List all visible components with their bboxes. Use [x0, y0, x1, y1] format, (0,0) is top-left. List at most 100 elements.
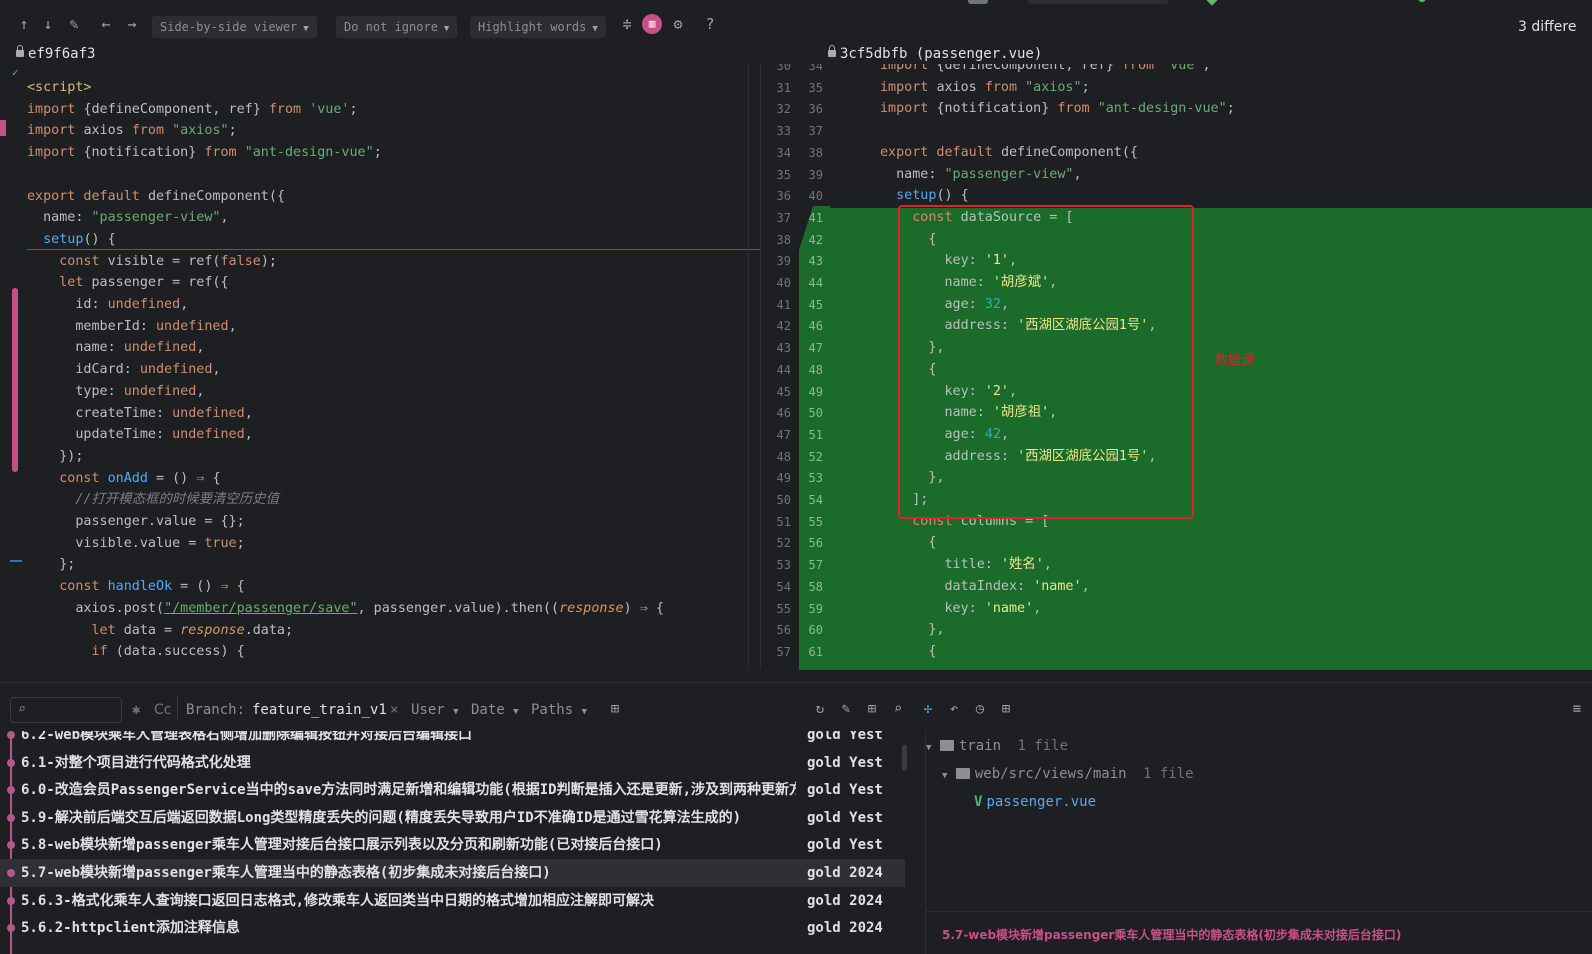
left-revision-header: ef9f6af3: [16, 44, 95, 64]
show-diff-icon[interactable]: ✢: [919, 700, 937, 718]
file-name: passenger.vue: [986, 794, 1097, 810]
gear-icon[interactable]: ⚙: [668, 14, 688, 34]
code-token: '姓名': [1000, 557, 1044, 573]
line-number: 60: [808, 623, 823, 638]
paths-filter-dropdown[interactable]: Paths ▼: [531, 702, 587, 718]
history-icon[interactable]: ◷: [971, 700, 989, 718]
commit-row[interactable]: 5.9-解决前后端交互后端返回数据Long类型精度丢失的问题(精度丢失导致用户I…: [0, 804, 905, 832]
code-token: undefined: [123, 340, 197, 356]
menu-icon[interactable]: ≡: [1568, 700, 1586, 718]
revert-icon[interactable]: ↶: [945, 700, 963, 718]
line-number: 36: [808, 102, 823, 117]
back-icon[interactable]: ←: [96, 14, 116, 34]
line-number: 53: [808, 471, 823, 486]
code-token: 'name': [984, 600, 1034, 616]
code-token: let: [59, 275, 92, 291]
code-token: name:: [27, 340, 124, 356]
highlight-mode-dropdown[interactable]: Highlight words ▼: [470, 16, 606, 38]
commit-row[interactable]: 5.8-web模块新增passenger乘车人管理对接后台接口展示列表以及分页和…: [0, 831, 905, 859]
commit-list[interactable]: 6.2-web模块乘车人管理表格右侧增加删除编辑按钮并对接后台编辑接口 gold …: [0, 731, 910, 954]
code-token: .data;: [244, 622, 294, 638]
code-token: axios: [83, 123, 132, 139]
code-token: () {: [936, 188, 969, 204]
clear-branch-icon[interactable]: ×: [390, 702, 398, 718]
tree-row-root[interactable]: ▼ train 1 file: [926, 735, 1068, 757]
commit-row[interactable]: 5.6.2-httpclient添加注释信息 gold 2024: [0, 914, 905, 942]
commit-row[interactable]: 6.1-对整个项目进行代码格式化处理 gold Yest: [0, 749, 905, 777]
search-icon[interactable]: ⌕: [889, 700, 907, 718]
chevron-down-icon: ▼: [926, 743, 932, 753]
code-token: "axios": [172, 123, 229, 139]
date-filter-dropdown[interactable]: Date ▼: [471, 702, 519, 718]
regex-toggle-icon[interactable]: ✱: [132, 702, 140, 718]
line-number: 44: [808, 276, 823, 290]
commit-row[interactable]: 5.7-web模块新增passenger乘车人管理当中的静态表格(初步集成未对接…: [0, 859, 905, 887]
code-line: },: [880, 619, 944, 641]
previous-difference-icon[interactable]: ↑: [14, 14, 34, 34]
scrollbar-thumb[interactable]: [902, 745, 907, 771]
code-token: ⇒: [639, 600, 656, 616]
code-line: let passenger = ref({: [27, 272, 228, 294]
code-token: passenger.value = {};: [27, 514, 245, 529]
group-by-icon[interactable]: ⊞: [997, 700, 1015, 718]
line-number: 57: [808, 558, 823, 573]
code-token: import: [27, 101, 84, 117]
commit-row[interactable]: 6.2-web模块乘车人管理表格右侧增加删除编辑按钮并对接后台编辑接口 gold …: [0, 731, 905, 749]
details-divider: [926, 911, 1592, 912]
user-icon[interactable]: [968, 0, 988, 4]
ignore-mode-dropdown[interactable]: Do not ignore ▼: [336, 16, 458, 38]
commit-author: gold Yest: [807, 809, 883, 826]
tree-row-folder[interactable]: ▼ web/src/views/main 1 file: [942, 763, 1194, 785]
sync-scroll-icon[interactable]: ▥: [642, 14, 662, 34]
left-code-editor[interactable]: ✓ <script> import {defineComponent, ref} …: [0, 64, 760, 670]
line-number: 61: [808, 644, 823, 659]
code-token: "/member/passenger/save": [164, 600, 358, 616]
run-icon[interactable]: [1206, 0, 1218, 6]
code-token: "ant-design-vue": [1097, 101, 1227, 117]
collapse-unchanged-icon[interactable]: ≑: [617, 14, 637, 34]
new-tab-icon[interactable]: ⊞: [606, 700, 624, 718]
grid-options-icon[interactable]: ⊞: [863, 700, 881, 718]
commit-row[interactable]: 6.0-改造会员PassengerService当中的save方法同时满足新增和…: [0, 776, 905, 804]
match-case-toggle[interactable]: Cc: [154, 702, 171, 718]
git-update-icon[interactable]: [1418, 0, 1426, 2]
line-number: 58: [808, 579, 823, 594]
lock-icon: [16, 45, 24, 57]
code-line: setup() {: [27, 229, 116, 251]
code-token: ;: [1081, 79, 1090, 95]
code-line: //打开模态框的时候要清空历史值: [27, 489, 279, 511]
code-token: ;: [236, 535, 245, 551]
code-token: {: [655, 600, 664, 616]
annotation-label: 数据源: [1215, 353, 1255, 368]
checkmark-icon: ✓: [12, 66, 19, 79]
code-token: <script>: [27, 80, 92, 95]
viewer-mode-dropdown[interactable]: Side-by-side viewer ▼: [152, 16, 317, 38]
code-token: ;: [373, 145, 382, 161]
edit-source-icon[interactable]: ✎: [64, 14, 84, 34]
code-token: ,: [1081, 578, 1090, 594]
commit-author: gold 2024: [807, 892, 883, 909]
user-filter-dropdown[interactable]: User ▼: [411, 702, 459, 718]
tree-row-file[interactable]: Vpassenger.vue: [974, 791, 1096, 813]
code-line: title: '姓名',: [880, 554, 1051, 576]
next-difference-icon[interactable]: ↓: [38, 14, 58, 34]
code-token: ;: [349, 101, 358, 117]
code-token: {notification}: [936, 101, 1058, 117]
line-number: 38: [808, 145, 823, 160]
chevron-down-icon: ▼: [513, 707, 519, 717]
code-token: const: [59, 253, 108, 269]
commit-author: gold Yest: [807, 837, 883, 854]
help-icon[interactable]: ?: [700, 14, 720, 34]
root-folder-name: train: [958, 738, 1002, 754]
commit-search-input[interactable]: ⌕: [10, 697, 122, 723]
vue-file-icon: V: [974, 794, 983, 810]
commit-row[interactable]: 5.6.3-格式化乘车人查询接口返回日志格式,修改乘车人返回类当中日期的格式增加…: [0, 887, 905, 915]
code-token: "passenger-view": [944, 166, 1074, 182]
cherry-pick-icon[interactable]: ✎: [837, 700, 855, 718]
run-config-dropdown[interactable]: [1028, 0, 1168, 4]
branch-filter-value[interactable]: feature_train_v1: [252, 702, 387, 718]
code-token: {: [880, 535, 937, 551]
code-token: ): [623, 600, 640, 616]
forward-icon[interactable]: →: [122, 14, 142, 34]
refresh-icon[interactable]: ↻: [811, 700, 829, 718]
